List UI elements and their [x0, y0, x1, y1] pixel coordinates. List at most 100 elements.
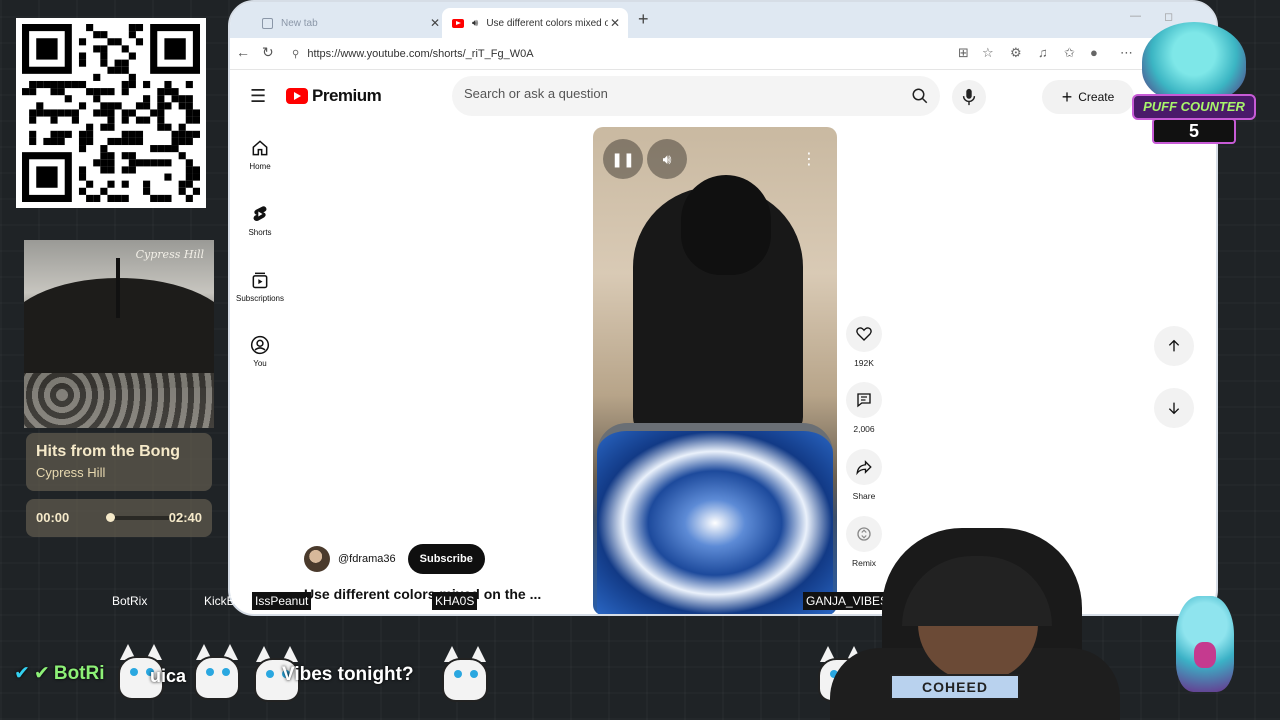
track-artist: Cypress Hill	[36, 465, 106, 480]
previous-short-button[interactable]	[1154, 326, 1194, 366]
bot-check-icon: ✔	[33, 663, 50, 684]
sidebar-label: Home	[249, 162, 271, 171]
qr-code	[16, 18, 206, 208]
sidebar-item-home[interactable]: Home	[230, 138, 290, 171]
microphone-icon	[962, 88, 976, 106]
youtube-logo[interactable]: Premium	[286, 86, 382, 106]
track-progress-card: 00:00 02:40	[26, 499, 212, 537]
webcam-feed: COHEED	[790, 528, 1120, 720]
hamburger-menu-icon[interactable]: ☰	[250, 86, 266, 107]
new-tab-favicon-icon	[262, 17, 273, 29]
url-field[interactable]: ⚲ https://www.youtube.com/shorts/_riT_Fg…	[284, 42, 944, 66]
tab-label: New tab	[281, 17, 318, 29]
subscribe-button[interactable]: Subscribe	[407, 544, 485, 574]
like-button[interactable]: 192K	[846, 316, 882, 368]
sidebar-item-shorts[interactable]: Shorts	[230, 204, 290, 237]
back-icon[interactable]: ←	[236, 44, 250, 60]
youtube-logo-text: Premium	[312, 86, 382, 105]
create-button[interactable]: + Create	[1042, 80, 1134, 114]
puff-counter-value: 5	[1152, 118, 1236, 144]
comments-button[interactable]: 2,006	[846, 382, 882, 434]
chat-user-name: KickBot	[204, 594, 245, 608]
video-person-head	[681, 175, 771, 275]
more-options-icon[interactable]: ⋮	[801, 149, 817, 169]
total-time: 02:40	[168, 510, 202, 525]
arrow-up-icon	[1168, 339, 1180, 352]
comment-icon	[857, 393, 871, 408]
mascot-mouth	[1194, 642, 1216, 668]
url-text: https://www.youtube.com/shorts/_riT_Fg_W…	[307, 48, 534, 60]
puff-counter-label: PUFF COUNTER	[1132, 94, 1256, 120]
share-label: Share	[852, 491, 876, 501]
youtube-logo-icon	[286, 88, 308, 104]
search-button[interactable]	[906, 82, 934, 110]
share-button[interactable]: Share	[846, 449, 882, 501]
new-tab-button[interactable]: +	[638, 9, 649, 30]
favorite-star-icon[interactable]: ☆	[982, 45, 994, 61]
channel-info: @fdrama36 Subscribe	[304, 544, 485, 574]
sidebar-item-subscriptions[interactable]: Subscriptions	[230, 270, 290, 303]
track-title: Hits from the Bong	[36, 443, 180, 460]
search-input[interactable]	[464, 86, 884, 101]
pause-icon: ❚❚	[611, 150, 635, 167]
chat-message-author: ✔ ✔ BotRi	[14, 662, 105, 685]
refresh-icon[interactable]: ↻	[262, 44, 274, 61]
youtube-favicon-icon	[452, 18, 464, 28]
site-info-icon[interactable]: ⚲	[292, 49, 299, 60]
media-icon[interactable]: ♫	[1038, 45, 1048, 60]
chat-user-name: IssPeanut	[252, 592, 312, 610]
speaker-icon[interactable]: 🔊︎	[472, 18, 478, 29]
pause-button[interactable]: ❚❚	[603, 139, 643, 179]
shirt-print-text: COHEED	[890, 674, 1020, 700]
short-title[interactable]: Use different colors mixed on the ...	[304, 586, 541, 602]
voice-search-button[interactable]	[952, 80, 986, 114]
close-icon[interactable]: ✕	[430, 16, 440, 30]
profile-avatar-icon[interactable]: ●	[1090, 45, 1098, 60]
next-short-button[interactable]	[1154, 388, 1194, 428]
share-icon	[856, 460, 872, 476]
like-circle[interactable]	[846, 316, 882, 352]
extensions-icon[interactable]: ⚙	[1010, 45, 1022, 61]
verified-check-icon: ✔	[14, 663, 30, 684]
browser-window: New tab ✕ 🔊︎ Use different colors mixed …	[228, 0, 1218, 616]
puff-mascot-icon	[1142, 22, 1246, 102]
apps-icon[interactable]: ⊞	[958, 45, 969, 61]
volume-button[interactable]: 🔊︎	[647, 139, 687, 179]
tab-label: Use different colors mixed on	[486, 17, 609, 29]
sidebar-label: You	[253, 359, 267, 368]
chat-author-name: BotRi	[53, 662, 105, 684]
sidebar-label: Subscriptions	[235, 294, 285, 303]
search-icon	[912, 88, 928, 104]
puff-counter-badge: PUFF COUNTER 5	[1132, 22, 1256, 148]
close-icon[interactable]: ✕	[610, 16, 620, 30]
album-brand: Cypress Hill	[135, 248, 204, 261]
channel-avatar[interactable]	[304, 546, 330, 572]
minimize-icon[interactable]: —	[1130, 10, 1141, 22]
progress-knob	[106, 513, 115, 522]
comment-count: 2,006	[853, 424, 875, 434]
album-skulls	[24, 373, 214, 428]
tab-bar: New tab ✕ 🔊︎ Use different colors mixed …	[230, 2, 1216, 38]
current-time: 00:00	[36, 510, 70, 525]
channel-handle[interactable]: @fdrama36	[338, 553, 396, 565]
tab-new-tab[interactable]: New tab ✕	[252, 8, 448, 38]
account-icon	[250, 335, 270, 355]
comments-circle[interactable]	[846, 382, 882, 418]
heart-icon	[856, 327, 872, 341]
favorites-icon[interactable]: ✩	[1064, 45, 1075, 61]
cat-emote-icon	[436, 640, 494, 702]
volume-icon: 🔊︎	[662, 150, 672, 167]
sidebar-item-you[interactable]: You	[230, 335, 290, 368]
now-playing-card: Hits from the Bong Cypress Hill	[26, 433, 212, 491]
create-label: Create	[1078, 90, 1115, 104]
subscriptions-icon	[252, 272, 268, 289]
cat-emote-icon	[188, 638, 246, 700]
chat-user-name: KHA0S	[432, 592, 478, 610]
search-bar	[452, 76, 940, 116]
share-circle[interactable]	[846, 449, 882, 485]
tab-youtube-short[interactable]: 🔊︎ Use different colors mixed on ✕	[442, 8, 628, 38]
qr-code-graphic	[22, 24, 200, 202]
plus-icon: +	[1061, 87, 1073, 107]
arrow-down-icon	[1168, 402, 1180, 415]
home-icon	[252, 140, 268, 156]
